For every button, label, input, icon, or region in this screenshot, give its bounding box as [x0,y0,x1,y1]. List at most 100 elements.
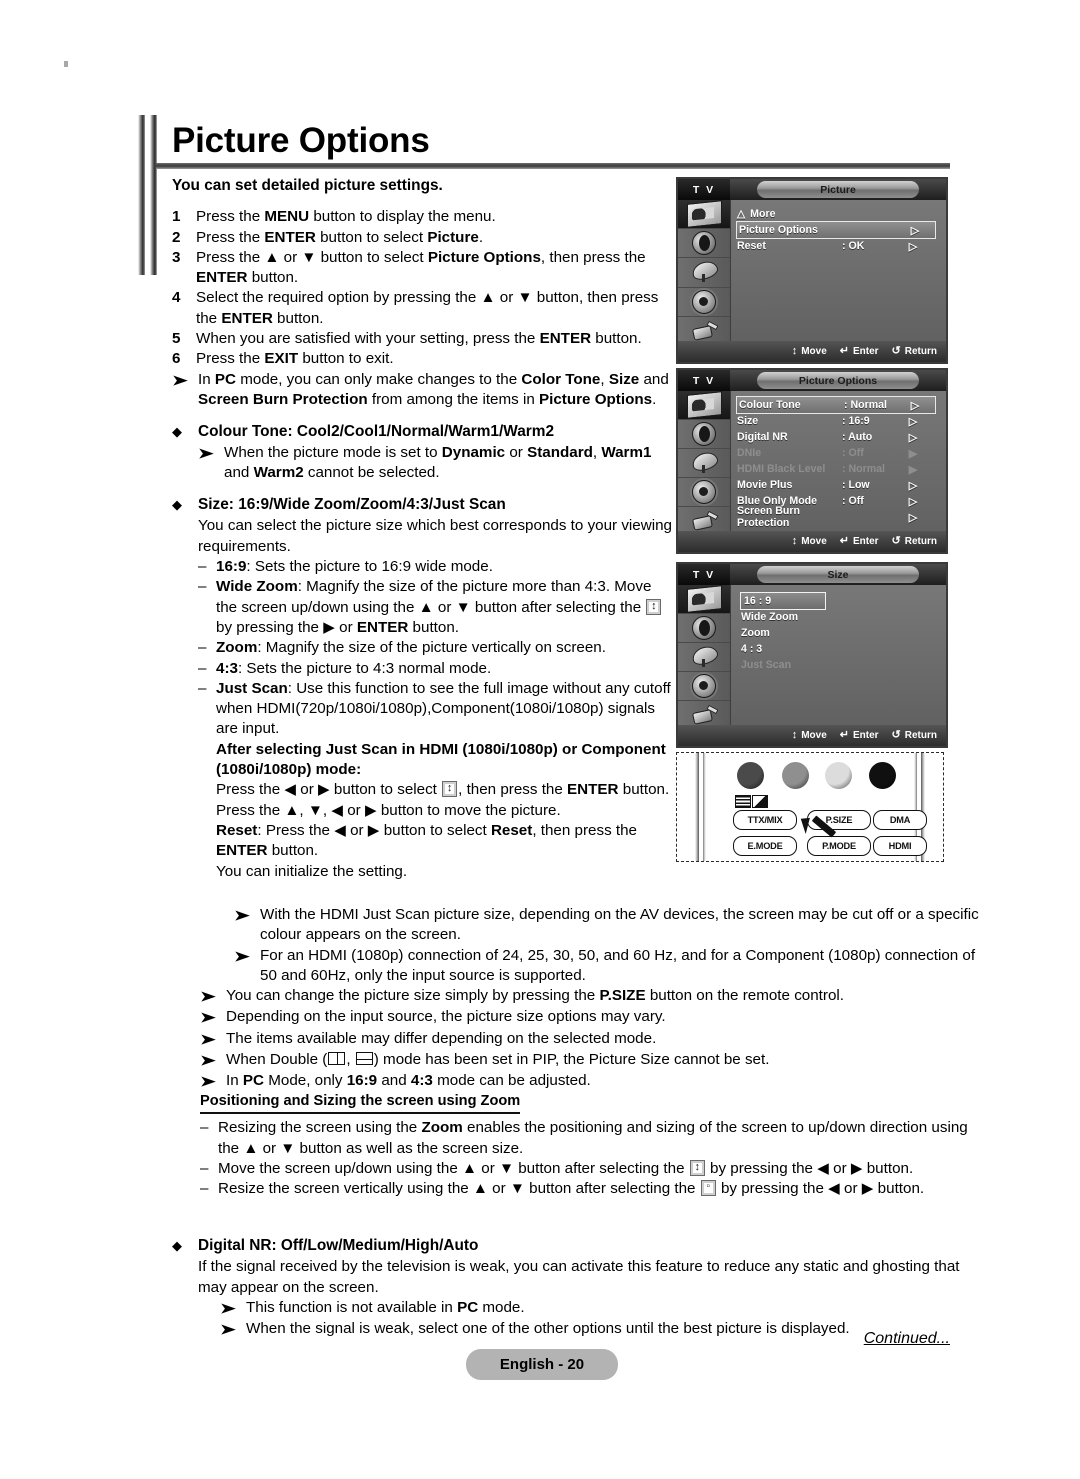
sidebar-item-setup[interactable] [678,672,730,701]
osd-sidebar [678,200,731,346]
dash-bullet: – [198,558,207,576]
sidebar-item-sound[interactable] [678,614,730,643]
osd-hint-enter[interactable]: ↵ Enter [840,346,879,358]
sidebar-item-picture[interactable] [678,585,730,614]
size-option-text: 4:3: Sets the picture to 4:3 normal mode… [216,659,492,677]
osd-sidebar [678,585,731,730]
osd-title: Size [757,566,919,583]
osd-row-movie-plus[interactable]: Movie Plus : Low ▷ [737,477,940,493]
light-dot[interactable] [825,762,852,789]
osd-row-value: : OK [842,240,865,252]
hdmi-button[interactable]: HDMI [873,836,927,856]
osd-hint-move[interactable]: ↕ Move [792,346,827,358]
osd-row-dnie[interactable]: DNIe : Off ▶ [737,445,940,461]
osd-size-menu: T V Size 16 : 9 Wide Zoom Zoom 4 : 3 Jus… [676,562,948,748]
osd-size-option[interactable]: Just Scan [741,657,940,673]
sidebar-item-sound[interactable] [678,420,730,449]
positioning-text: Resizing the screen using the Zoom enabl… [218,1119,968,1157]
osd-hint-move[interactable]: ↕ Move [792,536,827,548]
step-text: When you are satisfied with your setting… [196,330,642,348]
size-option-text: Zoom: Magnify the size of the picture ve… [216,639,606,657]
osd-row-size[interactable]: Size : 16:9 ▷ [737,413,940,429]
just-scan-instruction-line: Press the ▲, ▼, ◀ or ▶ button to move th… [216,801,561,819]
osd-hint-return[interactable]: ↺ Return [892,536,937,548]
osd-hint-label: Enter [852,730,879,741]
osd-row-arrow-icon: ▷ [908,431,918,444]
black-dot[interactable] [869,762,896,789]
osd-size-option[interactable]: 16 : 9 [740,592,826,610]
page-number-badge: English - 20 [466,1349,618,1380]
osd-hint-label: Move [801,346,827,357]
setup-gear-icon [692,674,716,698]
osd-bottom-bar: ↕ Move ↵ Enter ↺ Return [678,531,946,552]
osd-size-option[interactable]: Wide Zoom [741,609,940,625]
grey-dot[interactable] [782,762,809,789]
note-text: You can change the picture size simply b… [226,987,844,1005]
osd-hint-enter[interactable]: ↵ Enter [840,536,879,548]
sidebar-item-setup[interactable] [678,478,730,507]
osd-row-reset[interactable]: Reset : OK ▷ [737,238,940,254]
step-text: Press the ▲ or ▼ button to select Pictur… [196,248,646,287]
step-text: Press the EXIT button to exit. [196,350,394,368]
note-item: ➤ When Double (, ) mode has been set in … [200,1050,990,1071]
osd-hint-label: Enter [852,536,879,547]
osd-row-label: DNIe [737,447,762,459]
note-text: The items available may differ depending… [226,1029,657,1047]
manual-page: Picture Options You can set detailed pic… [0,0,1080,1479]
ttx-mix-button[interactable]: TTX/MIX [733,810,797,830]
sidebar-item-picture[interactable] [678,200,730,230]
osd-row-value: : Auto [842,431,873,443]
sidebar-item-picture[interactable] [678,391,730,420]
osd-row-arrow-icon: ▷ [908,511,918,524]
size-option-text: Just Scan: Use this function to see the … [216,679,671,738]
osd-size-label: 4 : 3 [741,643,763,655]
osd-row-hdmi-black-level[interactable]: HDMI Black Level : Normal ▶ [737,461,940,477]
osd-hint-return[interactable]: ↺ Return [892,730,937,742]
channel-dish-icon [690,647,718,667]
input-plug-icon [690,321,718,341]
note-arrow-icon: ➤ [220,1321,236,1338]
osd-size-list: 16 : 9 Wide Zoom Zoom 4 : 3 Just Scan [731,585,946,725]
sidebar-item-channel[interactable] [678,258,730,288]
note-item: ➤ When the signal is weak, select one of… [220,1319,972,1340]
osd-row-picture-options[interactable]: Picture Options ▷ [736,221,936,239]
page-title: Picture Options [172,121,430,160]
sidebar-item-channel[interactable] [678,643,730,672]
power-dot[interactable] [737,762,764,789]
input-plug-icon [690,511,718,531]
sidebar-item-setup[interactable] [678,288,730,317]
note-text: For an HDMI (1080p) connection of 24, 25… [260,946,976,984]
osd-row-more[interactable]: △ More [737,206,940,222]
osd-size-option[interactable]: Zoom [741,625,940,641]
resize-screen-pictogram [700,1180,716,1197]
osd-row-digital-nr[interactable]: Digital NR : Auto ▷ [737,429,940,445]
osd-row-colour-tone[interactable]: Colour Tone : Normal ▷ [736,396,936,414]
osd-size-option[interactable]: 4 : 3 [741,641,940,657]
osd-hint-return[interactable]: ↺ Return [892,346,937,358]
osd-sidebar [678,391,731,536]
step-text: Press the ENTER button to select Picture… [196,228,484,246]
osd-row-arrow-icon: ▷ [908,415,918,428]
step-number: 1 [172,208,181,226]
osd-row-screen-burn-protection[interactable]: Screen Burn Protection ▷ [737,505,940,529]
osd-hint-label: Return [904,536,937,547]
osd-hint-move[interactable]: ↕ Move [792,730,827,742]
sidebar-item-channel[interactable] [678,449,730,478]
size-option-text: Wide Zoom: Magnify the size of the pictu… [216,577,672,638]
osd-hint-enter[interactable]: ↵ Enter [840,730,879,742]
diamond-bullet-icon: ◆ [172,1238,182,1253]
osd-row-value: : Normal [844,399,887,411]
move-screen-pictogram [689,1159,705,1176]
osd-hint-label: Move [801,730,827,741]
osd-hint-label: Return [904,346,937,357]
positioning-item: – Resize the screen vertically using the… [200,1179,990,1199]
osd-row-list: △ More Picture Options ▷ Reset : OK ▷ [731,200,946,341]
diamond-bullet-icon: ◆ [172,497,182,513]
sidebar-item-sound[interactable] [678,229,730,259]
note-text: When Double (, ) mode has been set in PI… [226,1051,770,1069]
e-mode-button[interactable]: E.MODE [733,836,797,856]
positioning-item: – Resizing the screen using the Zoom ena… [200,1118,990,1159]
p-mode-button[interactable]: P.MODE [807,836,871,856]
dma-button[interactable]: DMA [873,810,927,830]
dash-bullet: – [200,1180,209,1198]
